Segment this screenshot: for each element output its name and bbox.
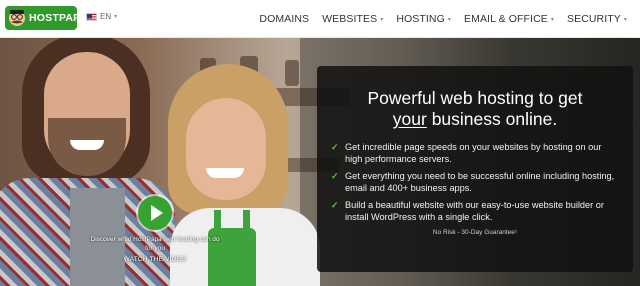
headline-line2: business online. [426,109,558,129]
nav-hosting[interactable]: HOSTING ▾ [396,13,451,25]
check-icon: ✓ [331,142,339,152]
headline-emphasis: your [392,109,427,129]
chevron-down-icon: ▾ [114,14,118,20]
play-video-button[interactable] [138,196,172,230]
hero-panel: Powerful web hosting to get your busines… [317,66,633,272]
feature-item: ✓ Get incredible page speeds on your web… [331,142,619,165]
headline-line1: Powerful web hosting to get [367,88,583,108]
chevron-down-icon: ▾ [623,16,627,23]
hostpapa-logo[interactable]: HOSTPAPA [5,6,87,30]
nav-hosting-label: HOSTING [396,13,445,25]
check-icon: ✓ [331,200,339,210]
background-jar [285,60,299,86]
hero-banner: Discover what HostPapa web hosting can d… [0,38,640,286]
feature-text: Get everything you need to be successful… [345,171,615,193]
nav-email-office-label: EMAIL & OFFICE [464,13,548,25]
papa-mascot-icon [6,6,28,30]
language-selector[interactable]: EN ▾ [86,12,117,21]
nav-security[interactable]: SECURITY ▾ [567,13,627,25]
feature-item: ✓ Build a beautiful website with our eas… [331,200,619,223]
hero-headline: Powerful web hosting to get your busines… [331,88,619,130]
guarantee-text: No Risk - 30-Day Guarantee¹ [432,229,518,236]
feature-text: Get incredible page speeds on your websi… [345,142,602,164]
nav-security-label: SECURITY [566,13,621,25]
feature-text: Build a beautiful website with our easy-… [345,200,604,222]
play-icon [151,205,163,221]
nav-domains[interactable]: DOMAINS [259,13,309,25]
nav-email-office[interactable]: EMAIL & OFFICE ▾ [464,13,554,25]
language-label: EN [100,12,112,21]
nav-websites-label: WEBSITES [322,13,378,25]
main-nav: DOMAINS WEBSITES ▾ HOSTING ▾ EMAIL & OFF… [259,0,640,38]
chevron-down-icon: ▾ [550,16,554,23]
check-icon: ✓ [331,171,339,181]
chevron-down-icon: ▾ [447,16,451,23]
watch-video-link[interactable]: WATCH THE VIDEO [90,256,220,263]
feature-list: ✓ Get incredible page speeds on your web… [331,142,619,223]
logo-text: HOSTPAPA [29,12,88,24]
us-flag-icon [86,12,97,21]
video-promo[interactable]: Discover what HostPapa web hosting can d… [90,196,220,263]
feature-item: ✓ Get everything you need to be successf… [331,171,619,194]
nav-websites[interactable]: WEBSITES ▾ [322,13,383,25]
video-caption: Discover what HostPapa web hosting can d… [90,236,220,252]
site-header: HOSTPAPA EN ▾ DOMAINS WEBSITES ▾ HOSTING… [0,0,640,38]
nav-domains-label: DOMAINS [259,13,310,25]
chevron-down-icon: ▾ [380,16,384,23]
